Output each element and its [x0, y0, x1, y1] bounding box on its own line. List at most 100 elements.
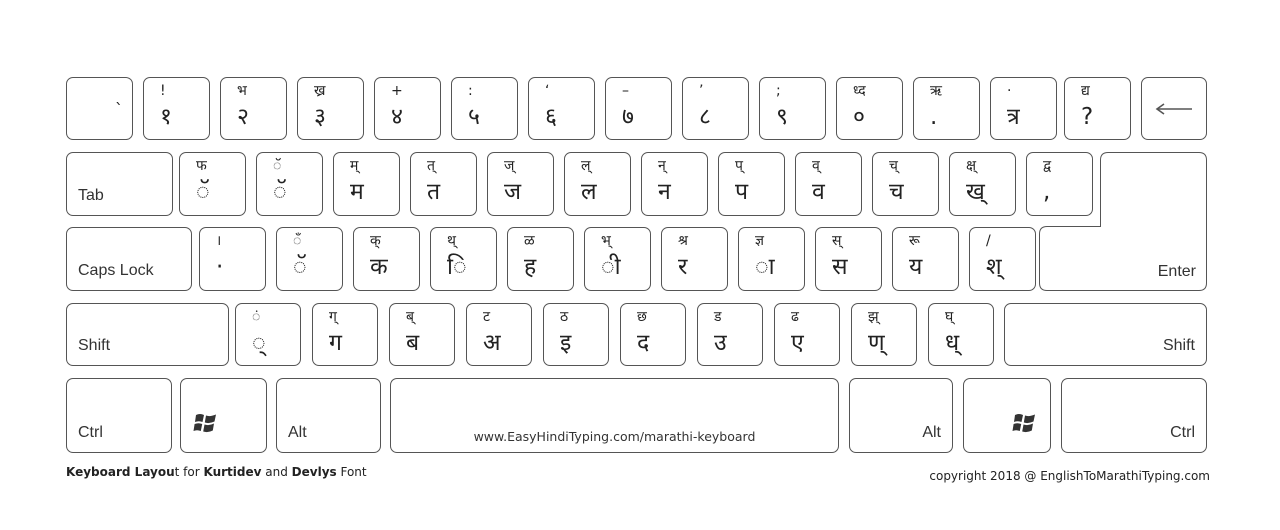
key[interactable]: च् च [872, 152, 939, 216]
shift-character: । [216, 233, 222, 249]
key[interactable]: ढए [774, 303, 840, 366]
caption-part: Kurtidev [203, 465, 262, 479]
left-ctrl-key[interactable]: Ctrl [66, 378, 172, 453]
left-alt-key[interactable]: Alt [276, 378, 381, 453]
shift-character: न् [658, 158, 666, 174]
key[interactable]: ज्ञा [738, 227, 805, 291]
base-character: ज [504, 179, 522, 205]
key[interactable]: व् व [795, 152, 862, 216]
key[interactable]: ` [66, 77, 133, 140]
key[interactable]: ! १ [143, 77, 210, 140]
key[interactable]: ज् ज [487, 152, 554, 216]
base-character: ४ [391, 104, 403, 130]
key[interactable]: ’ ८ [682, 77, 749, 140]
key[interactable]: ब् ब [389, 303, 455, 366]
key[interactable]: झ् ण् [851, 303, 917, 366]
key[interactable]: क् क [353, 227, 420, 291]
shift-character: ड [714, 309, 722, 325]
key[interactable]: ल् ल [564, 152, 631, 216]
key[interactable]: द्य? [1064, 77, 1131, 140]
key[interactable]: छद [620, 303, 686, 366]
tab-key[interactable]: Tab [66, 152, 173, 216]
base-character: ? [1081, 104, 1094, 130]
shift-character: ज् [504, 158, 515, 174]
key[interactable]: भ२ [220, 77, 287, 140]
base-character: श् [986, 254, 1002, 280]
caps-lock-label: Caps Lock [78, 262, 154, 279]
key[interactable]: ॅॅ [256, 152, 323, 216]
right-shift-key[interactable]: Shift [1004, 303, 1207, 366]
key[interactable]: ऋ. [913, 77, 980, 140]
shift-character: ख्र [314, 83, 326, 99]
windows-logo-icon [193, 412, 219, 440]
key[interactable]: रू य [892, 227, 959, 291]
base-character: ६ [545, 104, 557, 130]
key[interactable]: ग् ग [312, 303, 378, 366]
enter-key[interactable]: Enter [1039, 152, 1207, 291]
shift-character: : [468, 83, 473, 99]
right-alt-key[interactable]: Alt [849, 378, 953, 453]
windows-logo-icon [1012, 412, 1038, 440]
shift-character: छ [637, 309, 647, 325]
base-character: २ [237, 104, 249, 130]
shift-character: ँ [293, 233, 302, 249]
base-character: उ [714, 330, 727, 356]
base-character: त [427, 179, 441, 205]
key[interactable]: न् न [641, 152, 708, 216]
key[interactable]: । · [199, 227, 266, 291]
key[interactable]: ँॅ [276, 227, 343, 291]
base-character: ॅ [293, 254, 307, 280]
key[interactable]: भ्ी [584, 227, 651, 291]
key[interactable]: त् त [410, 152, 477, 216]
key[interactable]: ध्द ० [836, 77, 903, 140]
key[interactable]: –७ [605, 77, 672, 140]
key[interactable]: ं् [235, 303, 301, 366]
shift-character: ’ [699, 83, 704, 99]
key[interactable]: प् प [718, 152, 785, 216]
key[interactable]: श्र र [661, 227, 728, 291]
left-shift-key[interactable]: Shift [66, 303, 229, 366]
right-windows-key[interactable] [963, 378, 1051, 453]
key[interactable]: · त्र [990, 77, 1057, 140]
key[interactable]: ठइ [543, 303, 609, 366]
key[interactable]: म् म [333, 152, 400, 216]
space-bar-url-text: www.EasyHindiTyping.com/marathi-keyboard [473, 429, 756, 444]
left-shift-label: Shift [78, 337, 111, 354]
right-ctrl-key[interactable]: Ctrl [1061, 378, 1207, 453]
key[interactable]: / श् [969, 227, 1036, 291]
base-character: ० [853, 104, 865, 130]
key[interactable]: फॅ [179, 152, 246, 216]
shift-character: ध्द [853, 83, 866, 99]
key[interactable]: ; ९ [759, 77, 826, 140]
base-character: ् [252, 330, 266, 356]
base-character: ह [524, 254, 537, 280]
key[interactable]: :५ [451, 77, 518, 140]
left-windows-key[interactable] [180, 378, 267, 453]
base-character: ॅ [196, 179, 210, 205]
key[interactable]: क्ष् ख् [949, 152, 1016, 216]
key[interactable]: ख्र ३ [297, 77, 364, 140]
base-character: . [930, 104, 938, 130]
key[interactable]: ळह [507, 227, 574, 291]
base-character: ३ [314, 104, 326, 130]
key[interactable]: +४ [374, 77, 441, 140]
shift-character: ऋ [930, 83, 942, 99]
shift-character: व् [812, 158, 820, 174]
base-character: य [909, 254, 923, 280]
key[interactable]: घ् ध् [928, 303, 994, 366]
shift-character: थ् [447, 233, 456, 249]
shift-character: रू [909, 233, 920, 249]
caption-part: and [261, 465, 292, 479]
key[interactable]: डउ [697, 303, 763, 366]
key[interactable]: ʻ६ [528, 77, 595, 140]
shift-character: ज्ञ [755, 233, 764, 249]
space-bar[interactable]: www.EasyHindiTyping.com/marathi-keyboard [390, 378, 839, 453]
key[interactable]: स् स [815, 227, 882, 291]
base-character: न [658, 179, 671, 205]
backspace-key[interactable] [1141, 77, 1207, 140]
key[interactable]: थ्ि [430, 227, 497, 291]
caps-lock-key[interactable]: Caps Lock [66, 227, 192, 291]
shift-character: प् [735, 158, 743, 174]
base-character: ब [406, 330, 420, 356]
key[interactable]: टअ [466, 303, 532, 366]
